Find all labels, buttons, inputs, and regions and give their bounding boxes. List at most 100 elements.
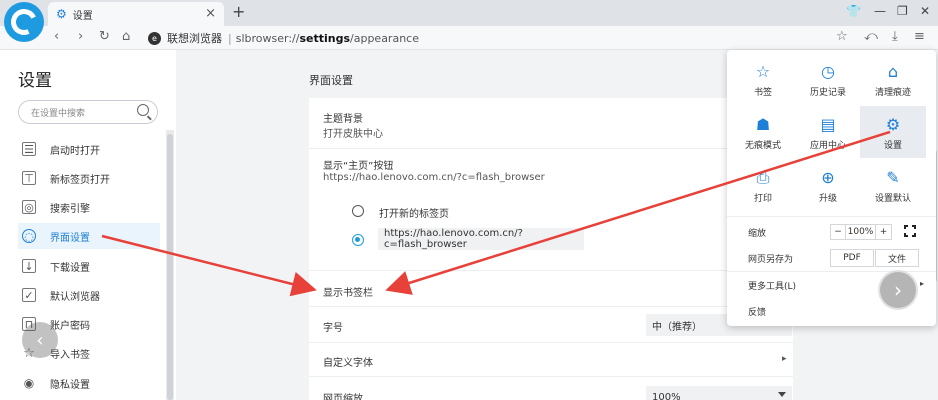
new-tab-button[interactable]: +: [232, 2, 245, 21]
home-url-value: https://hao.lenovo.com.cn/?c=flash_brows…: [384, 228, 523, 250]
save-pdf-button[interactable]: PDF: [830, 249, 874, 267]
sidebar-item-label: 搜索引擎: [50, 203, 90, 215]
default-browser-icon: ✓: [22, 288, 36, 302]
default-icon: ✎: [886, 168, 900, 187]
menu-item-label: 打印: [753, 194, 772, 204]
save-as-label: 网页另存为: [748, 255, 794, 265]
close-window-button[interactable]: ✕: [920, 4, 930, 18]
eye-icon: ◉: [23, 376, 35, 390]
radio-new-tab[interactable]: [352, 205, 364, 217]
minimize-button[interactable]: —: [874, 4, 886, 18]
forward-button[interactable]: ›: [78, 29, 83, 44]
menu-item-bookmarks[interactable]: ☆ 书签: [730, 53, 796, 105]
home-button-url: https://hao.lenovo.com.cn/?c=flash_brows…: [323, 172, 545, 183]
tab-settings[interactable]: ⚙ 设置 ×: [48, 2, 224, 26]
forward-gesture-bubble[interactable]: ›: [878, 270, 918, 310]
sidebar-item-label: 下载设置: [50, 262, 90, 274]
url-bold: settings: [299, 31, 351, 45]
sidebar-item-search-engine[interactable]: ◎ 搜索引擎: [18, 194, 160, 220]
search-engine-icon: ◎: [22, 200, 36, 214]
incognito-icon: ☗: [755, 115, 771, 134]
sidebar-item-startup[interactable]: ☰ 启动时打开: [18, 136, 160, 162]
font-size-label: 字号: [323, 323, 343, 334]
back-gesture-bubble[interactable]: ‹: [22, 322, 58, 358]
download-icon: ↓: [22, 259, 36, 273]
menu-item-label: 历史记录: [809, 88, 846, 98]
menu-separator: [727, 216, 936, 217]
title-bar: ⚙ 设置 × + 👕 — ❐ ✕: [0, 0, 938, 26]
gear-icon: ⚙: [56, 7, 67, 21]
sidebar-item-appearance[interactable]: ◌ 界面设置: [18, 223, 160, 249]
menu-item-set-default[interactable]: ✎ 设置默认: [860, 159, 926, 211]
feedback-item[interactable]: 反馈: [748, 305, 766, 318]
menu-item-clear-traces[interactable]: ⌂ 清理痕迹: [860, 53, 926, 105]
sidebar-item-label: 新标签页打开: [50, 174, 110, 186]
menu-item-label: 应用中心: [809, 141, 846, 151]
more-tools-arrow-icon: ▸: [920, 279, 925, 288]
menu-item-label: 书签: [753, 88, 772, 98]
divider: [309, 376, 793, 377]
palette-icon: ◌: [22, 229, 36, 243]
theme-label: 主题背景: [323, 114, 363, 125]
undo-close-icon[interactable]: ⤺: [864, 29, 878, 44]
menu-item-settings[interactable]: ⚙ 设置: [860, 106, 926, 158]
close-tab-icon[interactable]: ×: [205, 6, 216, 21]
custom-font-label[interactable]: 自定义字体: [323, 354, 373, 369]
menu-item-label: 设置默认: [874, 194, 911, 204]
section-title: 界面设置: [309, 74, 353, 87]
zoom-out-button[interactable]: −: [830, 224, 846, 240]
upgrade-icon: ⊕: [821, 168, 835, 187]
menu-item-label: 升级: [818, 194, 837, 204]
chevron-right-icon[interactable]: ▸: [782, 354, 787, 364]
zoom-control: − 100% +: [830, 224, 892, 240]
site-icon: e: [148, 31, 161, 45]
download-icon[interactable]: ⤓: [892, 29, 898, 44]
sidebar-item-privacy[interactable]: ◉ 隐私设置: [18, 370, 160, 396]
menu-item-upgrade[interactable]: ⊕ 升级: [795, 159, 861, 211]
divider: [309, 270, 793, 271]
more-tools-item[interactable]: 更多工具(L): [748, 279, 796, 292]
startup-icon: ☰: [22, 142, 36, 156]
menu-item-label: 清理痕迹: [874, 88, 911, 98]
radio-new-tab-label: 打开新的标签页: [379, 209, 449, 220]
menu-item-history[interactable]: ◷ 历史记录: [795, 53, 861, 105]
page-zoom-select[interactable]: 100%: [646, 386, 792, 400]
gear-icon: ⚙: [885, 115, 901, 134]
sidebar-title: 设置: [18, 71, 52, 91]
browser-logo: [4, 2, 44, 42]
menu-item-label: 无痕模式: [744, 141, 781, 151]
navigation-bar: ‹ › ↻ ⌂ e 联想浏览器 | slbrowser://settings/a…: [0, 26, 938, 50]
bookmark-star-icon[interactable]: ☆: [836, 29, 848, 44]
back-button[interactable]: ‹: [54, 29, 59, 44]
fullscreen-icon[interactable]: [903, 224, 917, 238]
home-url-input[interactable]: https://hao.lenovo.com.cn/?c=flash_brows…: [378, 228, 584, 250]
menu-item-incognito[interactable]: ☗ 无痕模式: [730, 106, 796, 158]
restore-button[interactable]: ❐: [897, 4, 908, 18]
sidebar-item-label: 默认浏览器: [50, 291, 100, 303]
home-button-label: 显示“主页”按钮: [323, 161, 394, 172]
menu-icon[interactable]: ≡: [914, 29, 925, 44]
save-file-button[interactable]: 文件: [875, 249, 919, 267]
sidebar-item-download[interactable]: ↓ 下载设置: [18, 253, 160, 279]
shirt-skin-icon[interactable]: 👕: [846, 4, 861, 18]
newtab-icon: ⊤: [22, 171, 36, 185]
font-size-value: 中（推荐）: [652, 321, 702, 333]
menu-item-app-center[interactable]: ▤ 应用中心: [795, 106, 861, 158]
home-button[interactable]: ⌂: [122, 29, 130, 44]
settings-sidebar: 设置 在设置中搜索 ☰ 启动时打开 ⊤ 新标签页打开 ◎ 搜索引擎 ◌ 界面设置…: [0, 50, 176, 400]
address-bar[interactable]: e 联想浏览器 | slbrowser://settings/appearanc…: [148, 29, 419, 47]
radio-custom-url[interactable]: [352, 234, 364, 246]
menu-item-print[interactable]: ⎙ 打印: [730, 159, 796, 211]
sidebar-scrollbar[interactable]: [166, 130, 174, 400]
search-input[interactable]: 在设置中搜索: [18, 100, 158, 124]
sidebar-item-newtab[interactable]: ⊤ 新标签页打开: [18, 165, 160, 191]
divider: [309, 342, 793, 343]
bookmark-bar-label: 显示书签栏: [323, 288, 373, 299]
sidebar-item-default-browser[interactable]: ✓ 默认浏览器: [18, 282, 160, 308]
reload-button[interactable]: ↻: [99, 29, 110, 44]
star-icon: ☆: [755, 62, 771, 81]
page-zoom-label: 网页缩放: [323, 394, 363, 400]
zoom-value: 100%: [846, 224, 876, 240]
zoom-in-button[interactable]: +: [876, 224, 892, 240]
theme-sub-link[interactable]: 打开皮肤中心: [323, 125, 383, 140]
